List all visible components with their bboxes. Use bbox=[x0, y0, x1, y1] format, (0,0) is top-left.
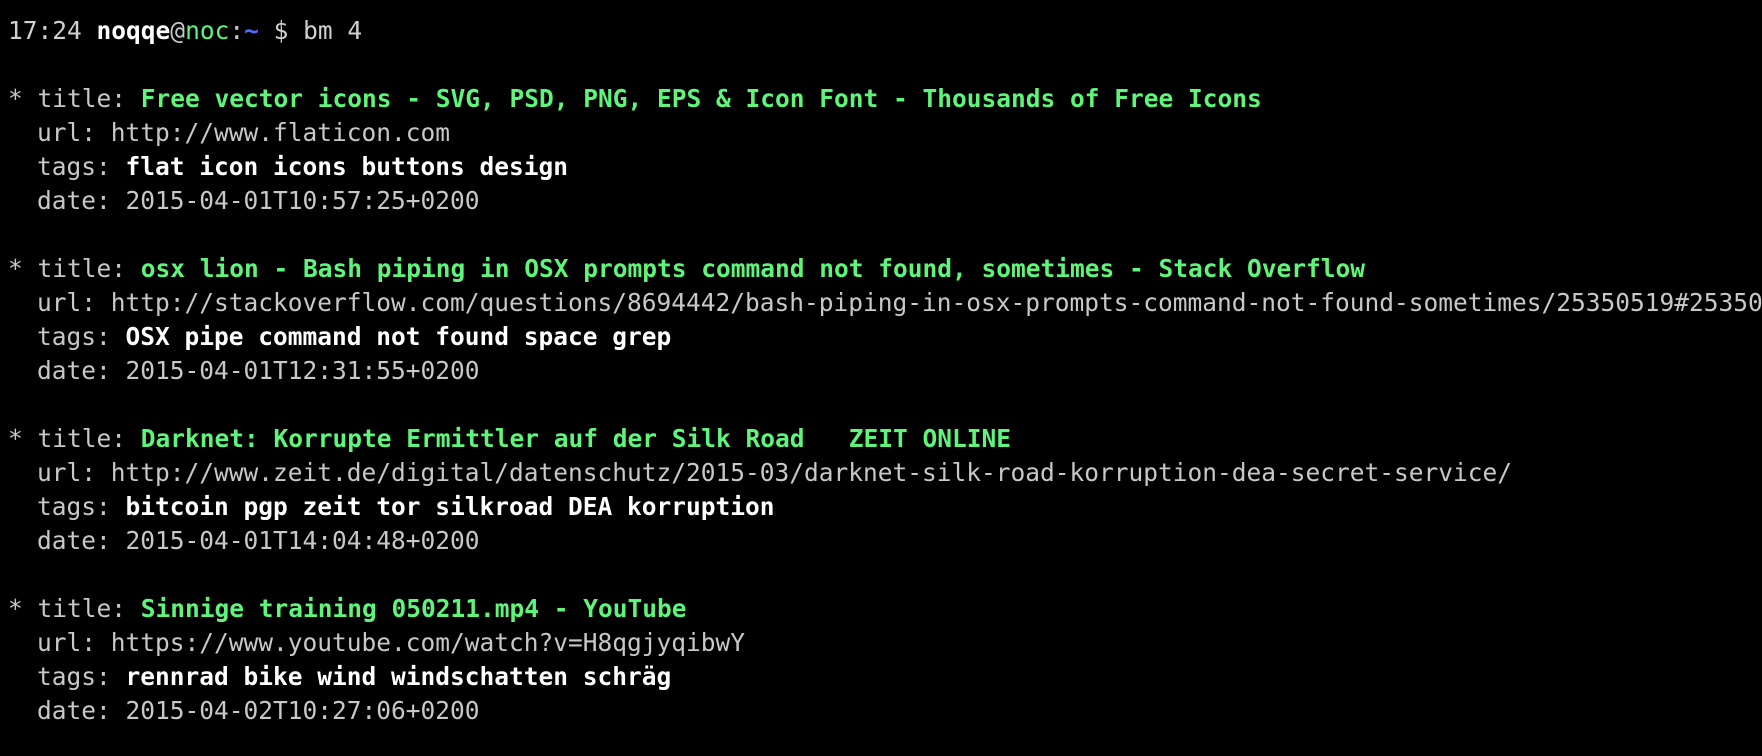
prompt-user: noqqe bbox=[96, 16, 171, 45]
bookmark-entry: * title: osx lion - Bash piping in OSX p… bbox=[8, 252, 1762, 388]
tags-label: tags: bbox=[37, 492, 126, 521]
url-label: url: bbox=[37, 628, 111, 657]
bookmark-tags: rennrad bike wind windschatten schräg bbox=[125, 662, 672, 691]
bookmark-date-line: date: 2015-04-01T14:04:48+0200 bbox=[8, 524, 1762, 558]
date-label: date: bbox=[37, 186, 126, 215]
prompt-host: noc bbox=[185, 16, 230, 45]
bookmark-title: Free vector icons - SVG, PSD, PNG, EPS &… bbox=[140, 84, 1262, 113]
bookmark-title: Darknet: Korrupte Ermittler auf der Silk… bbox=[140, 424, 1012, 453]
bookmark-title: osx lion - Bash piping in OSX prompts co… bbox=[140, 254, 1366, 283]
bookmark-url-line: url: https://www.youtube.com/watch?v=H8q… bbox=[8, 626, 1762, 660]
url-label: url: bbox=[37, 118, 111, 147]
bookmark-bullet: * bbox=[8, 254, 38, 283]
date-label: date: bbox=[37, 696, 126, 725]
bookmark-title-line: * title: osx lion - Bash piping in OSX p… bbox=[8, 252, 1762, 286]
bookmark-date-line: date: 2015-04-01T10:57:25+0200 bbox=[8, 184, 1762, 218]
bookmark-date: 2015-04-01T12:31:55+0200 bbox=[125, 356, 480, 385]
bookmark-tags: bitcoin pgp zeit tor silkroad DEA korrup… bbox=[125, 492, 775, 521]
tags-label: tags: bbox=[37, 322, 126, 351]
bookmark-title-line: * title: Free vector icons - SVG, PSD, P… bbox=[8, 82, 1762, 116]
bookmark-url-line: url: http://www.zeit.de/digital/datensch… bbox=[8, 456, 1762, 490]
prompt-dollar: $ bbox=[273, 16, 289, 45]
bookmark-url: http://www.zeit.de/digital/datenschutz/2… bbox=[110, 458, 1513, 487]
bookmark-entry: * title: Free vector icons - SVG, PSD, P… bbox=[8, 82, 1762, 218]
url-label: url: bbox=[37, 458, 111, 487]
bookmark-title: Sinnige training 050211.mp4 - YouTube bbox=[140, 594, 687, 623]
tags-label: tags: bbox=[37, 662, 126, 691]
bookmark-url: https://www.youtube.com/watch?v=H8qgjyqi… bbox=[110, 628, 746, 657]
bookmark-date: 2015-04-01T14:04:48+0200 bbox=[125, 526, 480, 555]
bookmark-title-line: * title: Darknet: Korrupte Ermittler auf… bbox=[8, 422, 1762, 456]
bookmark-date: 2015-04-01T10:57:25+0200 bbox=[125, 186, 480, 215]
bookmark-entry: * title: Darknet: Korrupte Ermittler auf… bbox=[8, 422, 1762, 558]
prompt-command: bm 4 bbox=[303, 16, 363, 45]
prompt-colon: : bbox=[229, 16, 245, 45]
terminal-window[interactable]: 17:24 noqqe@noc:~ $ bm 4 * title: Free v… bbox=[0, 0, 1762, 756]
title-label: title: bbox=[37, 424, 141, 453]
bookmark-url-line: url: http://www.flaticon.com bbox=[8, 116, 1762, 150]
tags-label: tags: bbox=[37, 152, 126, 181]
prompt-at: @ bbox=[170, 16, 186, 45]
bookmark-tags: OSX pipe command not found space grep bbox=[125, 322, 672, 351]
bookmark-tags-line: tags: OSX pipe command not found space g… bbox=[8, 320, 1762, 354]
prompt-path: ~ bbox=[244, 16, 259, 45]
bookmark-date-line: date: 2015-04-01T12:31:55+0200 bbox=[8, 354, 1762, 388]
bookmark-bullet: * bbox=[8, 424, 38, 453]
prompt-line: 17:24 noqqe@noc:~ $ bm 4 bbox=[8, 14, 1762, 48]
bookmark-bullet: * bbox=[8, 594, 38, 623]
bookmark-tags-line: tags: rennrad bike wind windschatten sch… bbox=[8, 660, 1762, 694]
url-label: url: bbox=[37, 288, 111, 317]
title-label: title: bbox=[37, 84, 141, 113]
bookmark-date-line: date: 2015-04-02T10:27:06+0200 bbox=[8, 694, 1762, 728]
title-label: title: bbox=[37, 254, 141, 283]
bookmark-url: http://stackoverflow.com/questions/86944… bbox=[110, 288, 1762, 317]
bookmark-url-line: url: http://stackoverflow.com/questions/… bbox=[8, 286, 1762, 320]
title-label: title: bbox=[37, 594, 141, 623]
bookmark-date: 2015-04-02T10:27:06+0200 bbox=[125, 696, 480, 725]
bookmark-tags: flat icon icons buttons design bbox=[125, 152, 569, 181]
date-label: date: bbox=[37, 356, 126, 385]
prompt-time: 17:24 bbox=[8, 16, 82, 45]
bookmark-tags-line: tags: bitcoin pgp zeit tor silkroad DEA … bbox=[8, 490, 1762, 524]
bookmark-title-line: * title: Sinnige training 050211.mp4 - Y… bbox=[8, 592, 1762, 626]
bookmark-entry: * title: Sinnige training 050211.mp4 - Y… bbox=[8, 592, 1762, 728]
bookmark-bullet: * bbox=[8, 84, 38, 113]
date-label: date: bbox=[37, 526, 126, 555]
bookmark-url: http://www.flaticon.com bbox=[110, 118, 451, 147]
bookmark-tags-line: tags: flat icon icons buttons design bbox=[8, 150, 1762, 184]
